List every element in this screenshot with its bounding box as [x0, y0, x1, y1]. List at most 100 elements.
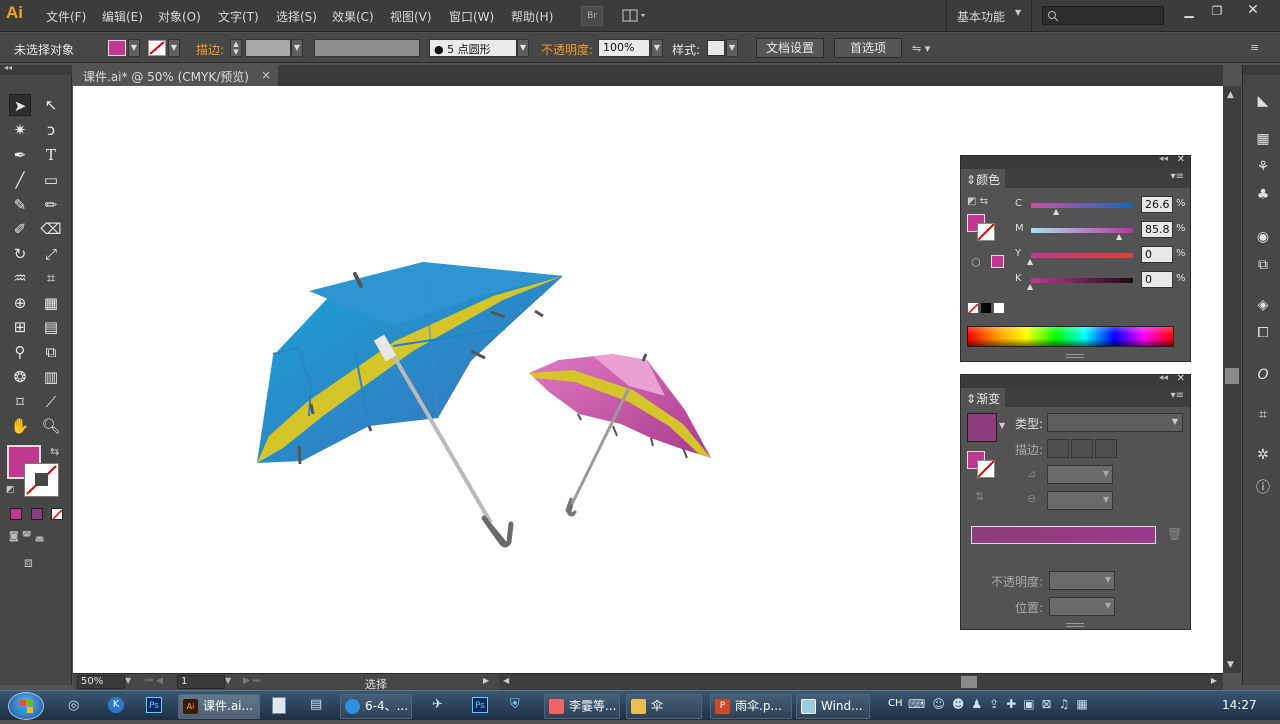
- info-icon[interactable]: ⓘ: [1253, 477, 1273, 497]
- pencil-tool-icon[interactable]: ✏: [40, 194, 62, 216]
- in-gamut-swatch[interactable]: [991, 255, 1004, 268]
- brushes-icon[interactable]: ⚘: [1253, 159, 1273, 179]
- hand-tool-icon[interactable]: ✋: [9, 415, 31, 437]
- magic-wand-tool-icon[interactable]: ✷: [9, 119, 31, 141]
- gradient-preset-dropdown[interactable]: ▼: [999, 421, 1005, 430]
- stroke-color-swatch[interactable]: [24, 463, 59, 497]
- stop-position-input[interactable]: ▼: [1049, 597, 1115, 616]
- taskbar-item-window[interactable]: Wind...: [796, 694, 870, 719]
- channel-y-slider[interactable]: [1031, 253, 1133, 258]
- blend-tool-icon[interactable]: ⧉: [40, 341, 62, 363]
- menu-view[interactable]: 视图(V): [390, 8, 432, 25]
- taskbar-item-folder[interactable]: 伞: [626, 694, 702, 719]
- resize-grip[interactable]: [1066, 623, 1084, 627]
- stroke-within-button[interactable]: [1047, 439, 1069, 458]
- stroke-color-swatch[interactable]: [977, 223, 995, 241]
- arrange-icon[interactable]: ⇋ ▾: [912, 42, 942, 56]
- photoshop-icon[interactable]: Ps: [472, 697, 488, 713]
- gradient-preview-swatch[interactable]: [967, 413, 997, 442]
- symbols-icon[interactable]: ♣: [1253, 187, 1273, 207]
- artboard-dropdown-icon[interactable]: ▼: [225, 676, 231, 685]
- photoshop-quicklaunch-icon[interactable]: Ps: [146, 697, 162, 713]
- stroke-along-button[interactable]: [1071, 439, 1093, 458]
- gradient-mode-button[interactable]: [31, 508, 43, 520]
- first-page-icon[interactable]: ⏮ ◀: [145, 676, 163, 686]
- panel-menu-icon[interactable]: ▾≡: [1171, 390, 1184, 401]
- menu-effect[interactable]: 效果(C): [332, 8, 374, 25]
- menu-file[interactable]: 文件(F): [46, 8, 86, 25]
- selection-tool-icon[interactable]: ➤: [9, 94, 31, 116]
- fill-dropdown[interactable]: ▼: [128, 39, 140, 57]
- arrange-documents-icon[interactable]: [620, 6, 650, 26]
- line-tool-icon[interactable]: ╱: [9, 169, 31, 191]
- color-panel-tab[interactable]: ⇕颜色: [961, 169, 1006, 188]
- transparency-icon[interactable]: O: [1253, 367, 1273, 387]
- screen-mode-icon[interactable]: ⧈: [24, 555, 33, 571]
- quicklaunch-icon[interactable]: ◎: [68, 698, 79, 713]
- style-dropdown[interactable]: ▼: [726, 39, 738, 57]
- stroke-dropdown[interactable]: ▼: [168, 39, 180, 57]
- tools-panel-header[interactable]: ◂◂: [0, 63, 72, 75]
- angle-input[interactable]: ▼: [1047, 465, 1113, 484]
- stroke-swatch[interactable]: [148, 40, 166, 56]
- start-button[interactable]: [8, 692, 44, 720]
- vertical-scroll-thumb[interactable]: [1225, 368, 1239, 384]
- taskbar-item-illustrator[interactable]: Ai 课件.ai...: [178, 694, 260, 719]
- symbol-sprayer-tool-icon[interactable]: ❂: [9, 366, 31, 388]
- color-mode-button[interactable]: [10, 508, 22, 520]
- channel-k-input[interactable]: 0: [1141, 271, 1173, 288]
- taskbar-item-browser[interactable]: 6-4、...: [340, 694, 412, 719]
- swatches-grid-icon[interactable]: ▦: [1253, 131, 1273, 151]
- fill-swatch[interactable]: [108, 40, 126, 56]
- horizontal-scroll-thumb[interactable]: [961, 676, 977, 688]
- system-tray-icons[interactable]: ⌨☺☻♟⇪✚▣⊠♫▦: [908, 697, 1208, 715]
- menu-object[interactable]: 对象(O): [158, 8, 201, 25]
- blob-brush-tool-icon[interactable]: ✐: [9, 218, 31, 240]
- warp-tool-icon[interactable]: ♒: [9, 267, 31, 289]
- stroke-across-button[interactable]: [1095, 439, 1117, 458]
- rotate-tool-icon[interactable]: ↻: [9, 243, 31, 265]
- zoom-dropdown-icon[interactable]: ▼: [125, 676, 131, 685]
- rectangle-tool-icon[interactable]: ▭: [40, 169, 62, 191]
- close-tab-icon[interactable]: ×: [261, 68, 271, 82]
- drawing-modes-icon[interactable]: ◙ ◚ ◛: [9, 531, 67, 545]
- taskbar-item-chat[interactable]: 李霎等...: [544, 694, 620, 719]
- stroke-weight-stepper[interactable]: ▲ ▼: [230, 39, 242, 57]
- mesh-tool-icon[interactable]: ⊞: [9, 316, 31, 338]
- style-swatch[interactable]: [707, 40, 725, 56]
- document-setup-button[interactable]: 文档设置: [756, 38, 824, 58]
- status-menu-icon[interactable]: ▶: [483, 676, 489, 685]
- none-mode-button[interactable]: [51, 508, 63, 521]
- default-fill-stroke-icon[interactable]: ◩: [6, 485, 15, 495]
- bridge-button[interactable]: Br: [581, 6, 603, 26]
- list-app-icon[interactable]: ▤: [310, 697, 326, 713]
- opacity-dropdown[interactable]: ▼: [651, 39, 663, 57]
- menu-edit[interactable]: 编辑(E): [102, 8, 143, 25]
- menu-select[interactable]: 选择(S): [276, 8, 317, 25]
- gradient-panel-titlebar[interactable]: ◂◂ ✕: [961, 373, 1190, 388]
- channel-c-thumb[interactable]: ▲: [1053, 207, 1059, 216]
- next-page-icon[interactable]: ▶ ⏭: [243, 676, 261, 686]
- gradient-slider-bar[interactable]: [971, 526, 1156, 544]
- reverse-gradient-icon[interactable]: ⇅: [975, 490, 984, 503]
- direct-selection-tool-icon[interactable]: ↖: [40, 94, 62, 116]
- workspace-switcher[interactable]: 基本功能 ▼: [946, 0, 1032, 32]
- column-graph-tool-icon[interactable]: ▥: [40, 366, 62, 388]
- stroke-weight-input[interactable]: [245, 39, 291, 57]
- channel-m-thumb[interactable]: ▲: [1116, 232, 1122, 241]
- language-indicator[interactable]: CH: [888, 698, 903, 709]
- channel-c-slider[interactable]: [1031, 203, 1133, 208]
- brush-dropdown[interactable]: ▼: [517, 39, 529, 57]
- none-swatch[interactable]: [967, 302, 979, 315]
- swap-fill-stroke-icon[interactable]: ⇆: [50, 445, 59, 458]
- scale-tool-icon[interactable]: ⤢: [40, 243, 62, 265]
- color-guide-icon[interactable]: ◣: [1253, 93, 1273, 113]
- white-swatch[interactable]: [993, 302, 1005, 314]
- type-tool-icon[interactable]: T: [40, 144, 62, 166]
- lasso-tool-icon[interactable]: ↄ: [40, 119, 62, 141]
- shape-builder-tool-icon[interactable]: ⊕: [9, 292, 31, 314]
- channel-k-slider[interactable]: [1031, 278, 1133, 283]
- close-window-button[interactable]: ✕: [1240, 2, 1266, 22]
- menu-window[interactable]: 窗口(W): [449, 8, 494, 25]
- eyedropper-tool-icon[interactable]: ⚲: [9, 341, 31, 363]
